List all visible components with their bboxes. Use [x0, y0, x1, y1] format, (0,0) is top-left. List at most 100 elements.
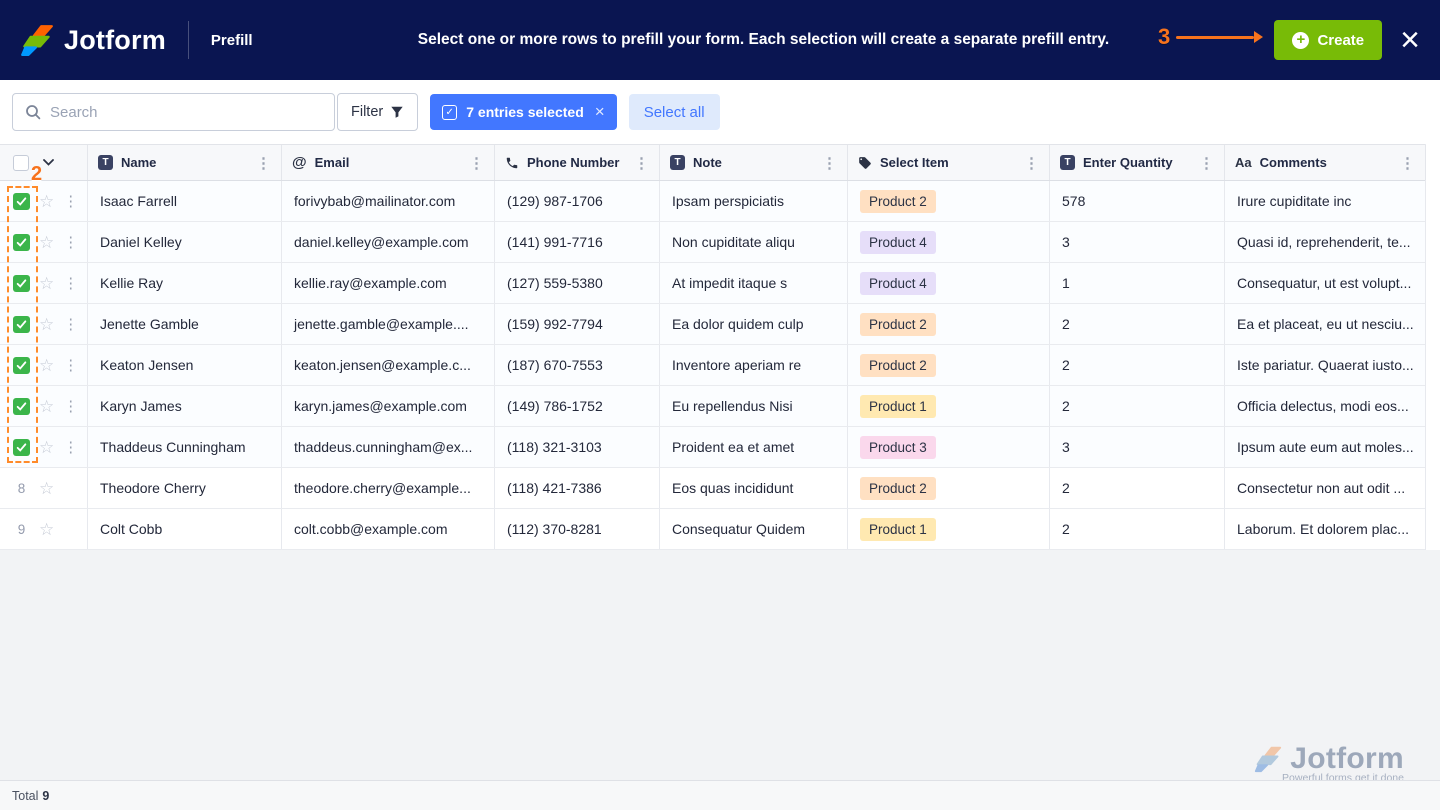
column-header-select-item[interactable]: Select Item ⋮ [848, 145, 1050, 180]
cell-phone[interactable]: (141) 991-7716 [495, 222, 660, 262]
cell-comments[interactable]: Irure cupiditate inc [1225, 181, 1426, 221]
chip-clear-icon[interactable]: × [595, 102, 605, 122]
cell-comments[interactable]: Laborum. Et dolorem plac... [1225, 509, 1426, 549]
cell-select-item[interactable]: Product 4 [848, 263, 1050, 303]
column-header-name[interactable]: T Name ⋮ [88, 145, 282, 180]
column-header-email[interactable]: @ Email ⋮ [282, 145, 495, 180]
cell-phone[interactable]: (129) 987-1706 [495, 181, 660, 221]
cell-name[interactable]: Isaac Farrell [88, 181, 282, 221]
row-checkbox-checked[interactable] [13, 357, 30, 374]
table-row[interactable]: ☆⋮Daniel Kelleydaniel.kelley@example.com… [0, 222, 1425, 263]
cell-select-item[interactable]: Product 4 [848, 222, 1050, 262]
cell-note[interactable]: Ea dolor quidem culp [660, 304, 848, 344]
select-all-checkbox[interactable] [13, 155, 29, 171]
cell-quantity[interactable]: 1 [1050, 263, 1225, 303]
column-menu-icon[interactable]: ⋮ [1024, 154, 1039, 172]
search-box[interactable] [12, 93, 335, 131]
cell-email[interactable]: thaddeus.cunningham@ex... [282, 427, 495, 467]
star-icon[interactable]: ☆ [39, 521, 54, 538]
cell-email[interactable]: kellie.ray@example.com [282, 263, 495, 303]
filter-button[interactable]: Filter [337, 93, 418, 131]
table-row[interactable]: 9☆Colt Cobbcolt.cobb@example.com(112) 37… [0, 509, 1425, 550]
cell-quantity[interactable]: 3 [1050, 222, 1225, 262]
row-menu-icon[interactable]: ⋮ [63, 438, 78, 456]
row-menu-icon[interactable]: ⋮ [63, 356, 78, 374]
star-icon[interactable]: ☆ [39, 275, 54, 292]
entries-selected-chip[interactable]: ✓ 7 entries selected × [430, 94, 616, 130]
cell-email[interactable]: forivybab@mailinator.com [282, 181, 495, 221]
star-icon[interactable]: ☆ [39, 316, 54, 333]
row-checkbox-checked[interactable] [13, 398, 30, 415]
cell-quantity[interactable]: 578 [1050, 181, 1225, 221]
cell-quantity[interactable]: 2 [1050, 386, 1225, 426]
cell-select-item[interactable]: Product 1 [848, 386, 1050, 426]
cell-select-item[interactable]: Product 2 [848, 468, 1050, 508]
cell-phone[interactable]: (187) 670-7553 [495, 345, 660, 385]
cell-email[interactable]: keaton.jensen@example.c... [282, 345, 495, 385]
cell-quantity[interactable]: 2 [1050, 345, 1225, 385]
table-row[interactable]: ☆⋮Keaton Jensenkeaton.jensen@example.c..… [0, 345, 1425, 386]
cell-select-item[interactable]: Product 2 [848, 345, 1050, 385]
cell-name[interactable]: Jenette Gamble [88, 304, 282, 344]
row-checkbox-checked[interactable] [13, 275, 30, 292]
cell-note[interactable]: Eu repellendus Nisi [660, 386, 848, 426]
cell-quantity[interactable]: 3 [1050, 427, 1225, 467]
cell-email[interactable]: daniel.kelley@example.com [282, 222, 495, 262]
star-icon[interactable]: ☆ [39, 480, 54, 497]
cell-name[interactable]: Theodore Cherry [88, 468, 282, 508]
star-icon[interactable]: ☆ [39, 439, 54, 456]
cell-comments[interactable]: Iste pariatur. Quaerat iusto... [1225, 345, 1426, 385]
cell-phone[interactable]: (112) 370-8281 [495, 509, 660, 549]
cell-note[interactable]: Non cupiditate aliqu [660, 222, 848, 262]
cell-note[interactable]: Eos quas incididunt [660, 468, 848, 508]
cell-note[interactable]: At impedit itaque s [660, 263, 848, 303]
column-menu-icon[interactable]: ⋮ [1400, 154, 1415, 172]
star-icon[interactable]: ☆ [39, 398, 54, 415]
cell-note[interactable]: Proident ea et amet [660, 427, 848, 467]
cell-phone[interactable]: (118) 421-7386 [495, 468, 660, 508]
column-menu-icon[interactable]: ⋮ [1199, 154, 1214, 172]
row-checkbox-checked[interactable] [13, 316, 30, 333]
cell-comments[interactable]: Officia delectus, modi eos... [1225, 386, 1426, 426]
column-header-comments[interactable]: Aa Comments ⋮ [1225, 145, 1426, 180]
cell-email[interactable]: colt.cobb@example.com [282, 509, 495, 549]
cell-comments[interactable]: Quasi id, reprehenderit, te... [1225, 222, 1426, 262]
create-button[interactable]: + Create [1274, 20, 1382, 60]
cell-email[interactable]: theodore.cherry@example... [282, 468, 495, 508]
cell-note[interactable]: Inventore aperiam re [660, 345, 848, 385]
cell-email[interactable]: jenette.gamble@example.... [282, 304, 495, 344]
cell-phone[interactable]: (127) 559-5380 [495, 263, 660, 303]
cell-comments[interactable]: Ipsum aute eum aut moles... [1225, 427, 1426, 467]
cell-name[interactable]: Daniel Kelley [88, 222, 282, 262]
row-menu-icon[interactable]: ⋮ [63, 397, 78, 415]
column-menu-icon[interactable]: ⋮ [822, 154, 837, 172]
table-row[interactable]: ☆ ⋮ Jenette Gamblejenette.gamble@example..… [0, 304, 1425, 345]
star-icon[interactable]: ☆ [39, 193, 54, 210]
cell-select-item[interactable]: Product 1 [848, 509, 1050, 549]
table-row[interactable]: 8☆Theodore Cherrytheodore.cherry@example… [0, 468, 1425, 509]
column-menu-icon[interactable]: ⋮ [634, 154, 649, 172]
close-icon[interactable]: × [1400, 23, 1420, 57]
cell-note[interactable]: Ipsam perspiciatis [660, 181, 848, 221]
cell-comments[interactable]: Consequatur, ut est volupt... [1225, 263, 1426, 303]
chevron-down-icon[interactable] [43, 159, 54, 166]
row-checkbox-checked[interactable] [13, 193, 30, 210]
row-menu-icon[interactable]: ⋮ [63, 192, 78, 210]
table-row[interactable]: ☆⋮Kellie Raykellie.ray@example.com(127) … [0, 263, 1425, 304]
cell-name[interactable]: Thaddeus Cunningham [88, 427, 282, 467]
select-all-button[interactable]: Select all [629, 94, 720, 130]
row-checkbox-checked[interactable] [13, 439, 30, 456]
row-checkbox-checked[interactable] [13, 234, 30, 251]
cell-name[interactable]: Karyn James [88, 386, 282, 426]
table-row[interactable]: ☆ ⋮ Isaac Farrellforivybab@mailinator.com(… [0, 181, 1425, 222]
cell-select-item[interactable]: Product 2 [848, 181, 1050, 221]
cell-select-item[interactable]: Product 2 [848, 304, 1050, 344]
table-row[interactable]: ☆⋮Karyn Jameskaryn.james@example.com(149… [0, 386, 1425, 427]
column-header-phone[interactable]: Phone Number ⋮ [495, 145, 660, 180]
star-icon[interactable]: ☆ [39, 234, 54, 251]
cell-quantity[interactable]: 2 [1050, 304, 1225, 344]
star-icon[interactable]: ☆ [39, 357, 54, 374]
row-menu-icon[interactable]: ⋮ [63, 315, 78, 333]
cell-comments[interactable]: Consectetur non aut odit ... [1225, 468, 1426, 508]
cell-phone[interactable]: (159) 992-7794 [495, 304, 660, 344]
